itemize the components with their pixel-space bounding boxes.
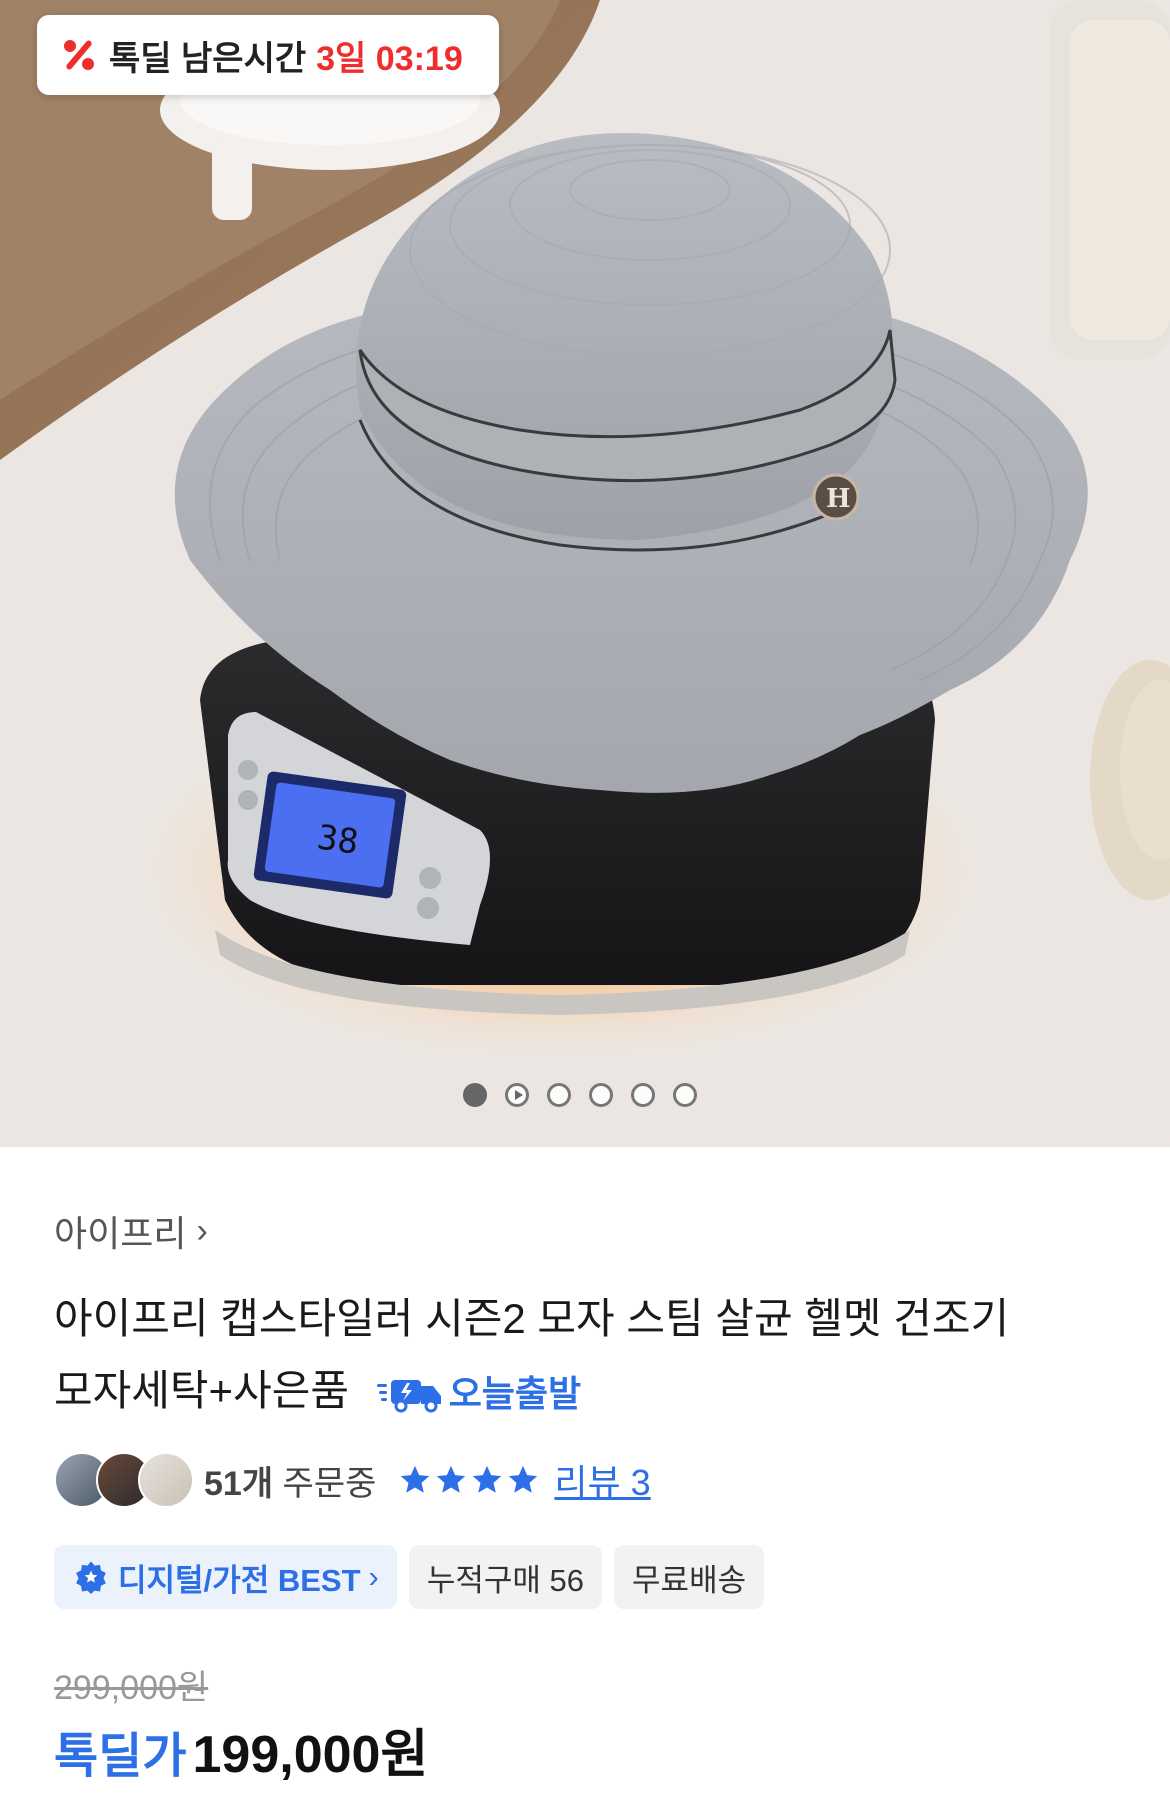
gallery-video-dot[interactable] (505, 1083, 529, 1107)
product-title-line2-row: 모자세탁+사은품 오늘출발 (54, 1355, 1134, 1430)
order-count-value: 51개 (204, 1464, 274, 1503)
avatar (138, 1452, 194, 1508)
chevron-right-icon: › (196, 1211, 208, 1250)
seller-link[interactable]: 아이프리 › (54, 1205, 208, 1257)
deal-timer-badge: 톡딜 남은시간 3일 03:19 (37, 15, 499, 95)
star-icon (437, 1465, 466, 1493)
svg-text:H: H (826, 484, 851, 514)
delivery-truck-icon (376, 1379, 441, 1413)
product-title-line1: 아이프리 캡스타일러 시즌2 모자 스팀 살균 헬멧 건조기 (54, 1295, 1010, 1342)
original-price: 299,000원 (54, 1669, 209, 1707)
star-icon (401, 1465, 430, 1493)
deal-price-value: 199,000원 (192, 1726, 429, 1784)
product-image[interactable]: 38 H 톡딜 남은시간 3일 03:19 (0, 0, 1170, 1147)
gallery-dot[interactable] (547, 1083, 571, 1107)
today-shipping-badge: 오늘출발 (376, 1358, 582, 1430)
product-photo: 38 H (0, 0, 1170, 1147)
product-tags: 디지털/가전 BEST › 누적구매 56 무료배송 (54, 1545, 776, 1609)
cumulative-purchase-tag: 누적구매 56 (408, 1545, 603, 1609)
deal-price-label: 톡딜가 (54, 1730, 187, 1783)
product-title-line2: 모자세탁+사은품 (54, 1367, 350, 1414)
badge-star-icon (76, 1561, 106, 1594)
gallery-dot[interactable] (673, 1083, 697, 1107)
deal-price-row: 톡딜가 199,000원 (54, 1712, 428, 1787)
free-shipping-tag: 무료배송 (614, 1545, 765, 1609)
deal-timer-value: 3일 03:19 (316, 39, 463, 78)
order-count-suffix: 주문중 (273, 1464, 377, 1503)
seller-name: 아이프리 (54, 1213, 187, 1254)
gallery-dot[interactable] (589, 1083, 613, 1107)
star-icon (509, 1465, 538, 1493)
order-count: 51개 주문중 (204, 1456, 376, 1505)
gallery-dot[interactable] (631, 1083, 655, 1107)
category-best-label: 디지털/가전 BEST (118, 1562, 361, 1598)
today-shipping-label: 오늘출발 (448, 1372, 582, 1414)
gallery-pagination (463, 1080, 715, 1110)
deal-timer-label: 톡딜 남은시간 (109, 39, 307, 78)
buyer-avatars (54, 1452, 194, 1508)
category-best-tag[interactable]: 디지털/가전 BEST › (54, 1545, 397, 1609)
scale-display-text: 38 (315, 817, 361, 862)
chevron-right-icon: › (368, 1559, 379, 1594)
gallery-dot[interactable] (463, 1083, 487, 1107)
percent-icon (59, 35, 99, 75)
rating-stars (398, 1463, 542, 1497)
product-title: 아이프리 캡스타일러 시즌2 모자 스팀 살균 헬멧 건조기 모자세탁+사은품 … (54, 1283, 1134, 1430)
star-icon (473, 1465, 502, 1493)
review-link[interactable]: 리뷰 3 (554, 1454, 650, 1506)
product-stats: 51개 주문중 리뷰 3 (54, 1452, 651, 1508)
